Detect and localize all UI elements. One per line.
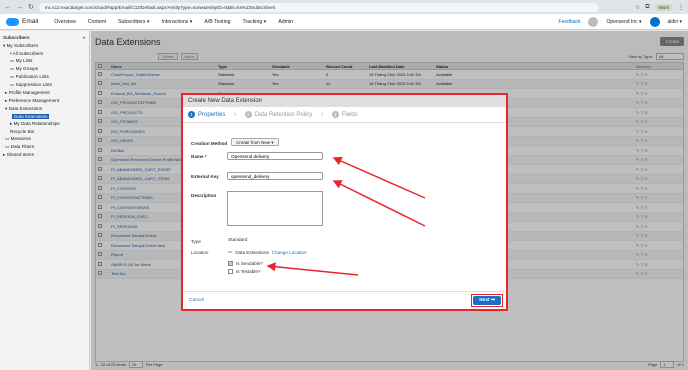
step-data-retention[interactable]: 2 Data Retention Policy	[244, 111, 313, 118]
sidebar-item-preference-management[interactable]: ▸ Preference Management	[0, 97, 89, 105]
reload-icon[interactable]: ↻	[28, 3, 34, 11]
subscribers-sidebar: Subscribers « ▾ My Subscribers • All Sub…	[0, 31, 90, 370]
description-label: Description	[191, 193, 217, 198]
create-data-extension-dialog: Create New Data Extension 1 Properties ›…	[181, 93, 508, 311]
location-value: Data Extensions	[235, 249, 269, 255]
next-button[interactable]: Next ➡	[473, 296, 501, 305]
chevron-right-icon: ›	[233, 109, 237, 120]
menu-content[interactable]: Content	[88, 19, 106, 25]
chevron-down-icon: ▾	[271, 140, 274, 145]
menu-overview[interactable]: Overview	[54, 19, 76, 25]
type-value: Standard	[228, 238, 248, 243]
step-label: Fields	[341, 111, 358, 118]
type-label: Type	[191, 239, 201, 244]
org-avatar	[588, 16, 599, 27]
sidebar-item-shared-items[interactable]: ▸ Shared Items	[0, 151, 89, 159]
cancel-button[interactable]: Cancel	[189, 298, 204, 303]
app-header: Email Overview Content Subscribers ▾ Int…	[0, 14, 688, 30]
app-name: Email	[22, 18, 39, 25]
step-fields[interactable]: 3 Fields	[331, 111, 358, 118]
sidebar-item-measures[interactable]: ▭ Measures	[0, 135, 89, 143]
sidebar-title: Subscribers	[3, 35, 30, 40]
wizard-steps: 1 Properties › 2 Data Retention Policy ›…	[183, 107, 506, 123]
feedback-link[interactable]: Feedback	[559, 19, 581, 25]
sidebar-item-my-lists[interactable]: ▭ My Lists	[0, 57, 89, 65]
is-testable-label: Is Testable?	[236, 269, 261, 274]
menu-tracking[interactable]: Tracking ▾	[243, 19, 267, 25]
sidebar-item-data-filters[interactable]: ▭ Data Filters	[0, 143, 89, 151]
sidebar-item-publication-lists[interactable]: ▭ Publication Lists	[0, 73, 89, 81]
dialog-body: Creation Method Create from New ▾ Name *…	[183, 123, 506, 293]
step-number: 2	[244, 111, 252, 118]
menu-ab-testing[interactable]: A/B Testing	[204, 19, 230, 25]
sidebar-item-data-extensions-group[interactable]: ▾ Data Extensions	[0, 105, 89, 113]
user-avatar	[649, 16, 660, 27]
dialog-title: Create New Data Extension	[183, 95, 506, 107]
location-row: ▭ Data Extensions Change Location	[228, 249, 307, 255]
next-button-highlight: Next ➡	[471, 294, 503, 307]
step-label: Properties	[198, 111, 226, 118]
sidebar-item-my-data-relationships[interactable]: ▸ My Data Relationships	[0, 120, 89, 128]
folder-icon: ▭	[228, 249, 233, 254]
change-location-link[interactable]: Change Location	[272, 250, 307, 255]
sidebar-item-suppression-lists[interactable]: ▭ Suppression Lists	[0, 81, 89, 89]
menu-interactions[interactable]: Interactions ▾	[162, 19, 193, 25]
creation-method-label: Creation Method	[191, 141, 228, 146]
user-menu[interactable]: aldin ▾	[668, 19, 682, 25]
step-number: 3	[331, 111, 339, 118]
browser-toolbar: ← → ↻ mc.s12.exacttarget.com/cloud/#app/…	[0, 0, 688, 14]
back-icon[interactable]: ←	[4, 4, 11, 11]
name-input[interactable]	[227, 152, 323, 160]
is-testable-checkbox[interactable]	[228, 269, 233, 274]
bookmark-star-icon[interactable]: ☆	[635, 4, 640, 11]
location-label: Location	[191, 250, 209, 255]
is-testable-row: Is Testable?	[228, 269, 260, 274]
external-key-label: External Key	[191, 174, 219, 179]
menu-subscribers[interactable]: Subscribers ▾	[118, 19, 149, 25]
sidebar-item-my-groups[interactable]: ▭ My Groups	[0, 65, 89, 73]
step-label: Data Retention Policy	[254, 111, 313, 118]
is-sendable-row: ✓ Is Sendable?	[228, 261, 263, 266]
name-label: Name *	[191, 154, 207, 159]
step-number: 1	[188, 111, 195, 118]
browser-menu-icon[interactable]: ⋮	[678, 4, 684, 11]
salesforce-logo-icon	[6, 17, 19, 26]
org-switcher[interactable]: Opensend Inc ▾	[606, 19, 641, 25]
sidebar-item-my-subscribers[interactable]: ▾ My Subscribers	[0, 42, 89, 50]
step-properties[interactable]: 1 Properties	[188, 111, 225, 118]
is-sendable-label: Is Sendable?	[236, 261, 263, 266]
description-textarea[interactable]	[227, 191, 323, 226]
creation-method-select[interactable]: Create from New ▾	[231, 138, 279, 146]
extensions-icon[interactable]: ⧉	[645, 4, 649, 11]
profile-button[interactable]: Work	[654, 3, 673, 11]
chevron-right-icon: ›	[320, 109, 324, 120]
forward-icon[interactable]: →	[16, 4, 23, 11]
external-key-input[interactable]	[227, 172, 323, 180]
is-sendable-checkbox[interactable]: ✓	[228, 261, 233, 266]
sidebar-item-profile-management[interactable]: ▸ Profile Management	[0, 89, 89, 97]
sidebar-item-data-extensions[interactable]: Data Extensions	[0, 113, 89, 120]
menu-admin[interactable]: Admin	[278, 19, 293, 25]
sidebar-item-all-subscribers[interactable]: • All Subscribers	[0, 50, 89, 57]
main-menu: Overview Content Subscribers ▾ Interacti…	[54, 19, 293, 25]
dialog-footer: Cancel Next ➡	[183, 291, 506, 309]
sidebar-item-recycle-bin[interactable]: Recycle Bin	[0, 128, 89, 135]
collapse-icon[interactable]: «	[82, 35, 85, 40]
address-bar[interactable]: mc.s12.exacttarget.com/cloud/#app/Email/…	[38, 2, 599, 12]
